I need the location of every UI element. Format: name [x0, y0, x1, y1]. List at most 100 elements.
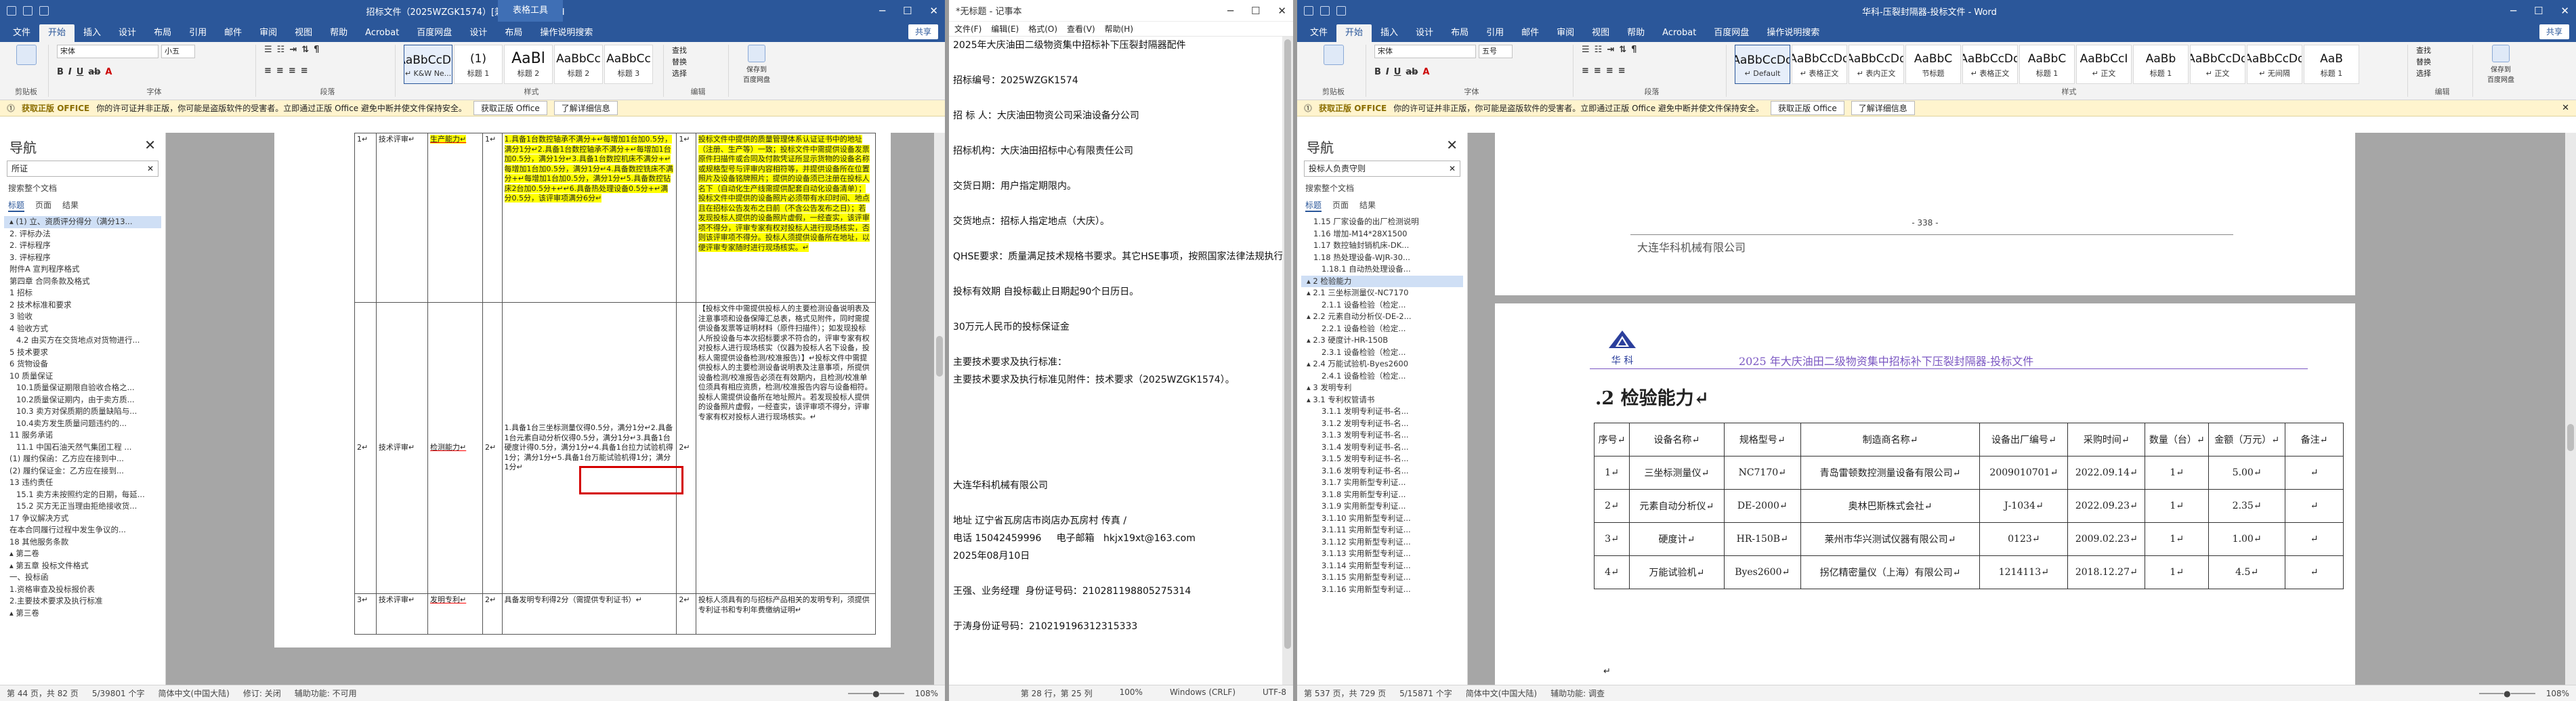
replace-button[interactable]: 替换: [2416, 56, 2468, 68]
nav-heading-item[interactable]: 3.1.13 实用新型专利证...: [1301, 548, 1463, 560]
maximize-icon[interactable]: ☐: [2534, 5, 2543, 17]
nav-heading-item[interactable]: 3.1.11 实用新型专利证...: [1301, 524, 1463, 536]
nav-heading-item[interactable]: 3.1.16 实用新型专利证...: [1301, 584, 1463, 596]
nav-heading-item[interactable]: 1.16 增加-M14*28X1500: [1301, 228, 1463, 240]
italic-icon[interactable]: I: [1386, 67, 1389, 77]
align-right-icon[interactable]: ≡: [289, 66, 296, 76]
zoom-level[interactable]: 108%: [915, 689, 938, 698]
word-count[interactable]: 5/15871 个字: [1399, 687, 1452, 699]
nav-heading-item[interactable]: ▴ 3 发明专利: [1301, 382, 1463, 394]
paste-button[interactable]: [8, 45, 44, 66]
nav-heading-item[interactable]: 3.1.12 实用新型专利证...: [1301, 536, 1463, 549]
strikethrough-icon[interactable]: ab: [1406, 67, 1418, 77]
minimize-icon[interactable]: ─: [879, 5, 885, 17]
menu-format[interactable]: 格式(O): [1028, 23, 1057, 35]
nav-heading-item[interactable]: 3. 评标程序: [4, 252, 161, 264]
nav-heading-item[interactable]: 6 货物设备: [4, 358, 161, 370]
nav-heading-item[interactable]: 10.3 卖方对保质期的质量缺陷与...: [4, 406, 161, 418]
nav-heading-item[interactable]: 2.3.1 设备检验（检定...: [1301, 347, 1463, 359]
zoom-level[interactable]: 108%: [2546, 689, 2569, 698]
tab-mailings[interactable]: 邮件: [215, 24, 251, 42]
style-item[interactable]: AaBb 标题 1: [2133, 45, 2189, 84]
scroll-thumb[interactable]: [936, 336, 943, 377]
scroll-thumb[interactable]: [2567, 424, 2574, 451]
nav-heading-item[interactable]: 2 技术标准和要求: [4, 299, 161, 312]
close-icon[interactable]: ✕: [1446, 137, 1458, 156]
accessibility[interactable]: 辅助功能: 不可用: [295, 687, 357, 699]
nav-heading-item[interactable]: ▴ 第二卷: [4, 548, 161, 560]
close-icon[interactable]: ✕: [1278, 5, 1286, 17]
nav-heading-item[interactable]: 3.1.1 发明专利证书-名...: [1301, 406, 1463, 418]
clear-icon[interactable]: ✕: [147, 161, 154, 176]
underline-icon[interactable]: U: [77, 67, 84, 77]
close-icon[interactable]: ✕: [2562, 103, 2569, 113]
justify-icon[interactable]: ≡: [301, 66, 308, 76]
tab-layout[interactable]: 布局: [145, 24, 180, 42]
save-baidu-button[interactable]: 保存到 百度网盘: [2481, 45, 2520, 84]
nav-heading-item[interactable]: (1) 履约保函：乙方应在接到中...: [4, 453, 161, 465]
nav-heading-item[interactable]: 17 争议解决方式: [4, 513, 161, 525]
nav-heading-item[interactable]: ▴ 3.1 专利权管请书: [1301, 394, 1463, 406]
nav-heading-item[interactable]: 3.1.4 发明专利证书-名...: [1301, 442, 1463, 454]
nav-heading-item[interactable]: 10 质量保证: [4, 370, 161, 383]
tab-review[interactable]: 审阅: [251, 24, 286, 42]
style-item[interactable]: AaBbCcI ↵ 正文: [2076, 45, 2132, 84]
text-editor[interactable]: 2025年大庆油田二级物资集中招标补下压裂封隔器配件 招标编号：2025WZGK1…: [953, 37, 1293, 635]
maximize-icon[interactable]: ☐: [903, 5, 912, 17]
nav-heading-item[interactable]: 3.1.2 发明专利证书-名...: [1301, 418, 1463, 430]
get-office-button[interactable]: 获取正版 Office: [473, 101, 547, 115]
nav-tab-results[interactable]: 结果: [62, 199, 79, 212]
language[interactable]: 简体中文(中国大陆): [1466, 687, 1537, 699]
nav-heading-item[interactable]: 3.1.7 实用新型专利证...: [1301, 477, 1463, 489]
font-color-icon[interactable]: A: [105, 67, 112, 77]
nav-heading-item[interactable]: 3.1.6 发明专利证书-名...: [1301, 465, 1463, 477]
tab-file[interactable]: 文件: [1301, 24, 1336, 42]
nav-heading-item[interactable]: 10.2质量保证期内，由于卖方质...: [4, 394, 161, 406]
tab-home[interactable]: 开始: [1336, 24, 1372, 42]
nav-heading-item[interactable]: 3 验收: [4, 311, 161, 323]
nav-heading-item[interactable]: ▴ 2.2 元素自动分析仪-DE-2...: [1301, 311, 1463, 323]
nav-heading-item[interactable]: 在本合同履行过程中发生争议的...: [4, 524, 161, 536]
style-item[interactable]: AaBbCcDd↵ K&W Ne...: [404, 45, 452, 84]
font-size-select[interactable]: 五号: [1479, 45, 1513, 58]
italic-icon[interactable]: I: [68, 67, 72, 77]
nav-heading-item[interactable]: ▴ 2.3 硬度计-HR-150B: [1301, 335, 1463, 347]
nav-heading-item[interactable]: 3.1.3 发明专利证书-名...: [1301, 429, 1463, 442]
style-item[interactable]: AaBbCcDd ↵ 无间隔: [2247, 45, 2302, 84]
page-indicator[interactable]: 第 44 页，共 82 页: [7, 687, 79, 699]
bullets-icon[interactable]: ☰: [264, 45, 272, 55]
nav-heading-item[interactable]: 第四章 合同条款及格式: [4, 276, 161, 288]
tab-layout[interactable]: 布局: [1442, 24, 1477, 42]
tab-file[interactable]: 文件: [4, 24, 39, 42]
share-button[interactable]: 共享: [908, 24, 938, 39]
redo-icon[interactable]: [39, 6, 49, 16]
nav-heading-item[interactable]: 4.2 由买方在交货地点对货物进行...: [4, 335, 161, 347]
learn-more-button[interactable]: 了解详细信息: [553, 101, 618, 115]
sort-icon[interactable]: ⇅: [301, 45, 309, 55]
nav-heading-item[interactable]: 3.1.9 实用新型专利证...: [1301, 501, 1463, 513]
tab-references[interactable]: 引用: [1477, 24, 1513, 42]
redo-icon[interactable]: [1336, 6, 1346, 16]
nav-heading-item[interactable]: 2.主要技术要求及执行标准: [4, 595, 161, 608]
bold-icon[interactable]: B: [1374, 67, 1381, 77]
nav-heading-item[interactable]: 2. 评标程序: [4, 240, 161, 252]
menu-view[interactable]: 查看(V): [1067, 23, 1095, 35]
clear-icon[interactable]: ✕: [1449, 161, 1456, 176]
language[interactable]: 简体中文(中国大陆): [158, 687, 229, 699]
style-item[interactable]: AaBbCc 标题 2: [554, 45, 603, 84]
align-right-icon[interactable]: ≡: [1606, 66, 1613, 76]
tab-help[interactable]: 帮助: [321, 24, 356, 42]
tab-acrobat[interactable]: Acrobat: [1653, 24, 1705, 42]
nav-heading-item[interactable]: (2) 履约保证金：乙方应在接到...: [4, 465, 161, 477]
nav-heading-item[interactable]: 3.1.5 发明专利证书-名...: [1301, 453, 1463, 465]
tab-references[interactable]: 引用: [180, 24, 215, 42]
select-button[interactable]: 选择: [672, 68, 724, 79]
menu-help[interactable]: 帮助(H): [1105, 23, 1133, 35]
tab-table-design[interactable]: 设计: [461, 24, 496, 42]
nav-heading-item[interactable]: ▴ 2.4 万能试验机-Byes2600: [1301, 358, 1463, 370]
nav-heading-item[interactable]: 10.4卖方发生质量问题违约的...: [4, 418, 161, 430]
tab-insert[interactable]: 插入: [75, 24, 110, 42]
nav-heading-item[interactable]: 13 违约责任: [4, 477, 161, 489]
undo-icon[interactable]: [23, 6, 33, 16]
nav-heading-item[interactable]: 1.资格审查及投标报价表: [4, 584, 161, 596]
